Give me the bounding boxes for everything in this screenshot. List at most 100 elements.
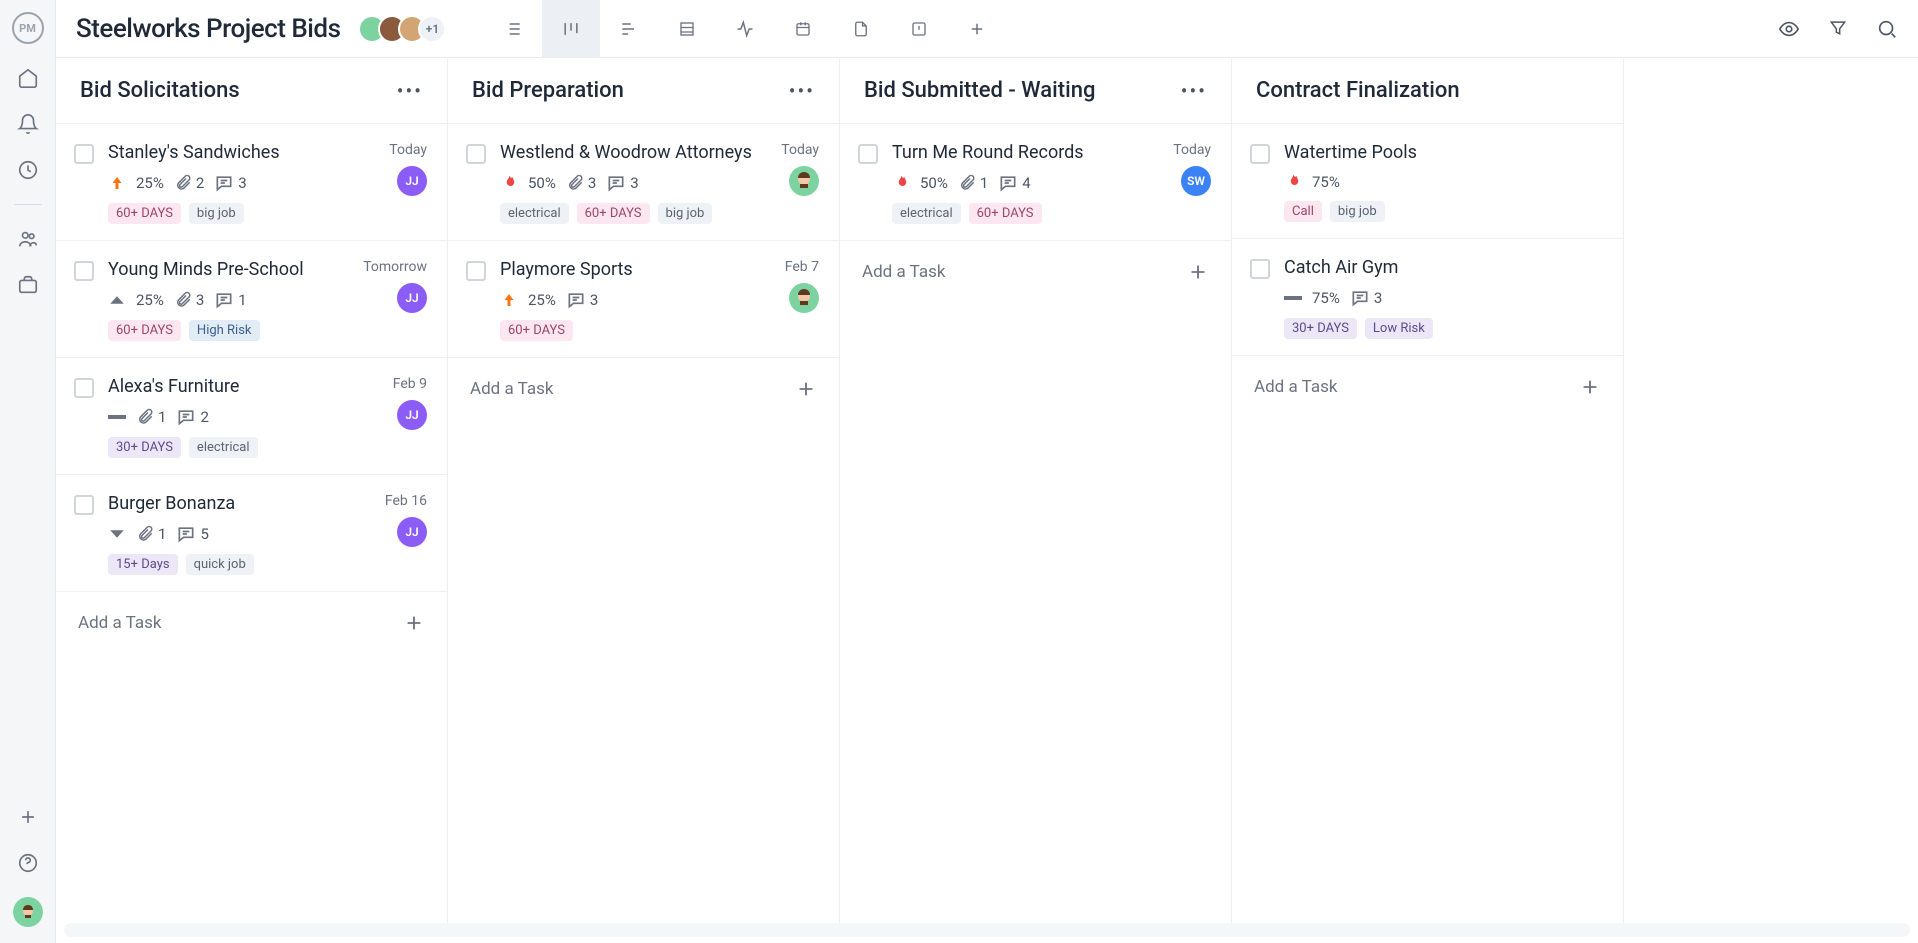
attachments-count: 3	[566, 174, 596, 192]
assignee-avatar[interactable]: JJ	[397, 517, 427, 547]
task-checkbox[interactable]	[74, 495, 94, 515]
portfolio-icon[interactable]	[16, 273, 40, 297]
task-tag[interactable]: quick job	[186, 554, 254, 575]
member-avatars[interactable]: +1	[358, 15, 446, 43]
task-tag[interactable]: big job	[658, 203, 713, 224]
task-card[interactable]: Playmore Sports25%360+ DAYSFeb 7	[448, 241, 839, 358]
column-title[interactable]: Bid Submitted - Waiting	[864, 78, 1095, 103]
plus-icon	[1187, 261, 1209, 283]
task-tag[interactable]: Call	[1284, 201, 1322, 222]
assignee-avatar[interactable]: JJ	[397, 400, 427, 430]
task-tag[interactable]: 30+ DAYS	[108, 437, 181, 458]
recent-icon[interactable]	[16, 158, 40, 182]
sheet-view-icon[interactable]	[658, 0, 716, 58]
task-checkbox[interactable]	[74, 378, 94, 398]
task-checkbox[interactable]	[466, 261, 486, 281]
add-task-button[interactable]: Add a Task	[840, 241, 1231, 303]
task-title: Catch Air Gym	[1284, 257, 1603, 278]
calendar-view-icon[interactable]	[774, 0, 832, 58]
due-date: Tomorrow	[363, 259, 427, 275]
column-menu-icon[interactable]: •••	[397, 79, 423, 103]
column-title[interactable]: Bid Preparation	[472, 78, 624, 103]
team-icon[interactable]	[16, 227, 40, 251]
progress-percent: 25%	[136, 291, 164, 309]
search-icon[interactable]	[1876, 18, 1898, 40]
priority-icon	[500, 291, 518, 309]
attachments-count: 1	[136, 408, 166, 426]
board-column: Bid Preparation ••• Westlend & Woodrow Att…	[448, 58, 840, 923]
assignee-avatar[interactable]: JJ	[397, 283, 427, 313]
add-task-button[interactable]: Add a Task	[448, 358, 839, 420]
task-title: Alexa's Furniture	[108, 376, 427, 397]
task-tag[interactable]: electrical	[500, 203, 569, 224]
task-checkbox[interactable]	[1250, 259, 1270, 279]
task-tag[interactable]: 60+ DAYS	[969, 203, 1042, 224]
add-task-button[interactable]: Add a Task	[56, 592, 447, 654]
gantt-view-icon[interactable]	[600, 0, 658, 58]
assignee-avatar[interactable]: SW	[1181, 166, 1211, 196]
add-view-icon[interactable]	[948, 0, 1006, 58]
watch-icon[interactable]	[1778, 18, 1800, 40]
column-header: Contract Finalization	[1232, 58, 1623, 124]
assignee-avatar[interactable]: JJ	[397, 166, 427, 196]
profile-avatar[interactable]	[13, 897, 43, 927]
task-checkbox[interactable]	[858, 144, 878, 164]
project-title[interactable]: Steelworks Project Bids	[76, 14, 340, 44]
column-title[interactable]: Contract Finalization	[1256, 78, 1460, 103]
assignee-avatar[interactable]	[789, 283, 819, 313]
column-title[interactable]: Bid Solicitations	[80, 78, 240, 103]
task-tag[interactable]: 60+ DAYS	[108, 203, 181, 224]
task-card[interactable]: Watertime Pools75%Callbig job	[1232, 124, 1623, 239]
task-checkbox[interactable]	[466, 144, 486, 164]
workload-view-icon[interactable]	[716, 0, 774, 58]
comments-count: 5	[176, 524, 208, 544]
task-card[interactable]: Alexa's Furniture1230+ DAYSelectricalFeb…	[56, 358, 447, 475]
board-column: Bid Submitted - Waiting ••• Turn Me Round …	[840, 58, 1232, 923]
priority-icon	[500, 174, 518, 192]
horizontal-scrollbar[interactable]	[64, 923, 1910, 937]
task-checkbox[interactable]	[74, 261, 94, 281]
task-card[interactable]: Turn Me Round Records50%14electrical60+ …	[840, 124, 1231, 241]
task-card[interactable]: Westlend & Woodrow Attorneys50%33electri…	[448, 124, 839, 241]
task-tag[interactable]: 60+ DAYS	[577, 203, 650, 224]
notifications-icon[interactable]	[16, 112, 40, 136]
task-checkbox[interactable]	[74, 144, 94, 164]
task-tag[interactable]: electrical	[189, 437, 258, 458]
column-menu-icon[interactable]: •••	[789, 79, 815, 103]
priority-icon	[108, 408, 126, 426]
column-header: Bid Submitted - Waiting •••	[840, 58, 1231, 124]
list-view-icon[interactable]	[484, 0, 542, 58]
task-title: Turn Me Round Records	[892, 142, 1211, 163]
add-icon[interactable]	[16, 805, 40, 829]
topbar: Steelworks Project Bids +1	[56, 0, 1918, 58]
sidebar-rail: PM	[0, 0, 56, 943]
files-view-icon[interactable]	[832, 0, 890, 58]
task-card[interactable]: Stanley's Sandwiches25%2360+ DAYSbig job…	[56, 124, 447, 241]
help-icon[interactable]	[16, 851, 40, 875]
home-icon[interactable]	[16, 66, 40, 90]
task-tag[interactable]: 30+ DAYS	[1284, 318, 1357, 339]
risk-view-icon[interactable]	[890, 0, 948, 58]
comments-count: 1	[214, 290, 246, 310]
filter-icon[interactable]	[1828, 18, 1848, 40]
task-tag[interactable]: High Risk	[189, 320, 260, 341]
priority-icon	[1284, 289, 1302, 307]
task-tag[interactable]: big job	[1330, 201, 1385, 222]
task-checkbox[interactable]	[1250, 144, 1270, 164]
task-tag[interactable]: big job	[189, 203, 244, 224]
task-card[interactable]: Burger Bonanza1515+ Daysquick jobFeb 16J…	[56, 475, 447, 592]
app-logo[interactable]: PM	[12, 12, 44, 44]
column-menu-icon[interactable]: •••	[1181, 79, 1207, 103]
task-card[interactable]: Young Minds Pre-School25%3160+ DAYSHigh …	[56, 241, 447, 358]
board-view-icon[interactable]	[542, 0, 600, 58]
task-tag[interactable]: electrical	[892, 203, 961, 224]
add-task-button[interactable]: Add a Task	[1232, 356, 1623, 418]
task-tag[interactable]: 60+ DAYS	[108, 320, 181, 341]
priority-icon	[892, 174, 910, 192]
assignee-avatar[interactable]	[789, 166, 819, 196]
plus-icon	[403, 612, 425, 634]
task-card[interactable]: Catch Air Gym75%330+ DAYSLow Risk	[1232, 239, 1623, 356]
task-tag[interactable]: Low Risk	[1365, 318, 1433, 339]
task-tag[interactable]: 15+ Days	[108, 554, 178, 575]
task-tag[interactable]: 60+ DAYS	[500, 320, 573, 341]
